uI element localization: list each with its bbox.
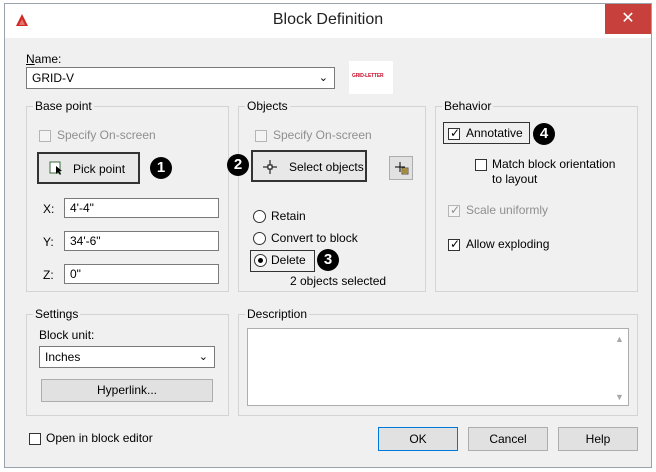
block-unit-label: Block unit: (39, 328, 95, 342)
callout-1: 1 (150, 157, 172, 179)
chevron-down-icon[interactable]: ⌄ (199, 347, 208, 367)
name-combobox[interactable]: GRID-V ⌄ (26, 67, 335, 89)
base-specify-onscreen-label: Specify On-screen (57, 128, 156, 142)
convert-to-block-radio[interactable] (253, 232, 266, 245)
crosshair-icon (263, 160, 277, 174)
behavior-title: Behavior (442, 99, 494, 113)
objects-specify-onscreen-checkbox[interactable] (255, 130, 267, 142)
preview-text: GRID-LETTER (352, 73, 384, 79)
callout-3: 3 (317, 249, 339, 271)
match-orientation-checkbox[interactable] (475, 159, 487, 171)
match-orientation-label-line2: to layout (492, 172, 538, 186)
base-point-title: Base point (33, 99, 94, 113)
settings-title: Settings (33, 307, 81, 321)
objects-title: Objects (245, 99, 290, 113)
block-unit-value: Inches (45, 350, 81, 364)
delete-radio[interactable] (254, 254, 267, 267)
callout-2: 2 (227, 154, 249, 176)
objects-selected-status: 2 objects selected (290, 274, 387, 288)
base-specify-onscreen-checkbox[interactable] (39, 130, 51, 142)
callout-4: 4 (533, 123, 555, 145)
match-orientation-label-line1: Match block orientation (492, 157, 616, 171)
retain-label: Retain (271, 209, 306, 223)
x-input[interactable]: 4'-4" (64, 198, 219, 218)
title-bar: Block Definition ✕ (5, 4, 651, 38)
allow-exploding-label: Allow exploding (466, 237, 550, 251)
help-button[interactable]: Help (558, 427, 638, 451)
select-objects-label: Select objects (289, 160, 364, 174)
check-icon: ✓ (449, 237, 461, 251)
cancel-button[interactable]: Cancel (468, 427, 548, 451)
name-value: GRID-V (32, 71, 74, 85)
description-textarea[interactable] (247, 328, 629, 406)
scale-uniformly-label: Scale uniformly (466, 203, 549, 217)
annotative-label: Annotative (466, 126, 523, 140)
delete-label: Delete (271, 253, 306, 267)
ok-button[interactable]: OK (378, 427, 458, 451)
hyperlink-button[interactable]: Hyperlink... (41, 379, 213, 402)
retain-radio[interactable] (253, 210, 266, 223)
radio-selected-dot (258, 258, 263, 263)
convert-to-block-label: Convert to block (271, 231, 358, 245)
pick-point-icon (49, 161, 62, 175)
window-title: Block Definition (272, 11, 384, 28)
pick-point-button[interactable]: Pick point (37, 152, 140, 184)
allow-exploding-checkbox[interactable]: ✓ (448, 237, 461, 251)
y-input[interactable]: 34'-6" (64, 231, 219, 251)
check-icon: ✓ (449, 203, 461, 217)
block-unit-select[interactable]: Inches ⌄ (39, 346, 215, 368)
open-in-editor-label: Open in block editor (46, 431, 153, 445)
objects-specify-onscreen-label: Specify On-screen (273, 128, 372, 142)
z-input[interactable]: 0" (64, 264, 219, 284)
close-button[interactable]: ✕ (605, 4, 651, 34)
scroll-down-icon[interactable]: ▼ (615, 392, 624, 402)
open-in-editor-checkbox[interactable] (29, 433, 41, 445)
quick-select-icon (395, 162, 409, 175)
annotative-checkbox[interactable]: ✓ (448, 126, 461, 140)
z-label: Z: (43, 268, 54, 282)
block-preview: GRID-LETTER (349, 61, 393, 94)
x-label: X: (43, 202, 55, 216)
name-label: Name: (26, 52, 62, 66)
scale-uniformly-checkbox[interactable]: ✓ (448, 203, 461, 217)
chevron-down-icon[interactable]: ⌄ (319, 68, 328, 88)
pick-point-label: Pick point (73, 162, 126, 176)
check-icon: ✓ (449, 126, 461, 140)
description-title: Description (245, 307, 310, 321)
scroll-up-icon[interactable]: ▲ (615, 334, 624, 344)
select-objects-button[interactable]: Select objects (251, 150, 367, 182)
quick-select-button[interactable] (389, 156, 413, 180)
block-definition-dialog: Block Definition ✕ Name: GRID-V ⌄ GRID-L… (4, 3, 652, 468)
y-label: Y: (43, 235, 54, 249)
